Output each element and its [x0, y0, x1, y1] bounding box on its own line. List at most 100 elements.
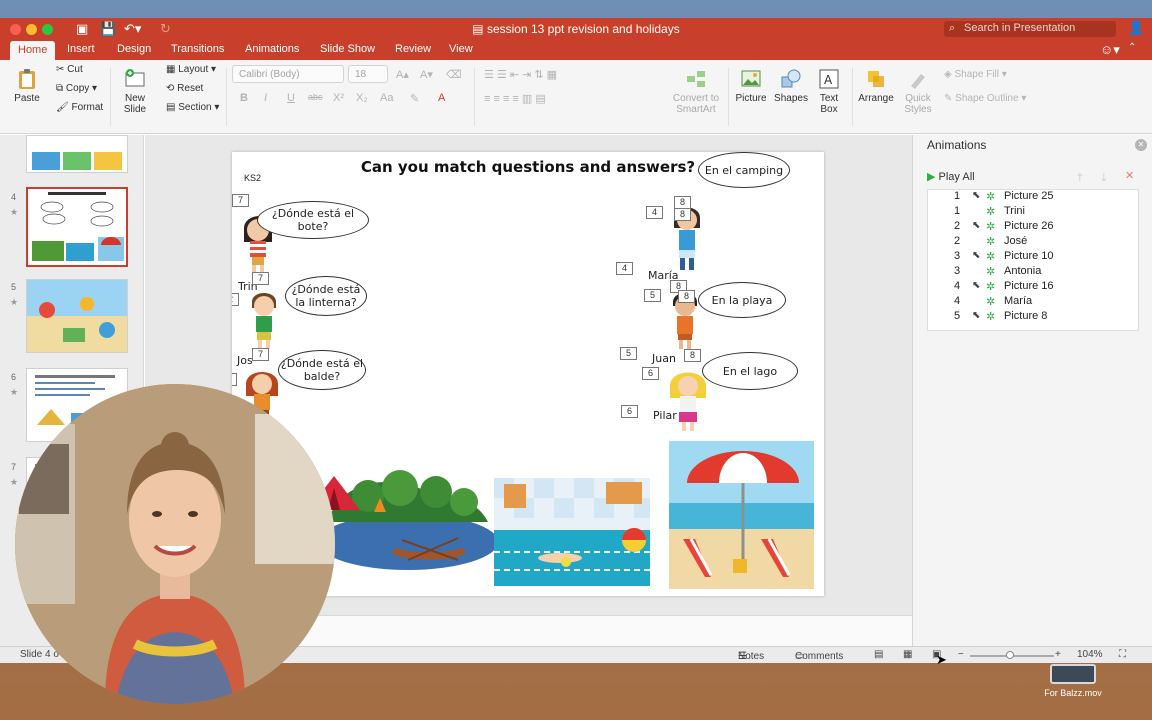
clear-format-icon[interactable]: ⌫	[446, 68, 462, 81]
list-item[interactable]: 4 ⬉ ✲ Picture 16	[928, 280, 1138, 295]
bold-icon[interactable]: B	[240, 92, 248, 104]
tab-insert[interactable]: Insert	[67, 43, 95, 55]
zoom-in-icon[interactable]: +	[1055, 649, 1061, 660]
list-item[interactable]: 3 ✲ Antonia	[928, 265, 1138, 280]
grow-font-icon[interactable]: A▴	[396, 68, 409, 81]
tab-animations[interactable]: Animations	[245, 43, 299, 55]
video-file-icon	[1050, 664, 1096, 684]
font-name-select[interactable]: Calibri (Body)	[232, 65, 344, 83]
question-bubble-2[interactable]: ¿Dónde está la linterna?	[285, 276, 367, 316]
name-label-pilar[interactable]: Pilar	[653, 409, 677, 422]
move-up-icon[interactable]: 🡑	[1077, 169, 1083, 188]
slide-sorter-icon[interactable]: ▦	[903, 649, 912, 660]
list-item[interactable]: 4 ✲ María	[928, 295, 1138, 310]
shape-outline-button[interactable]: ✎ Shape Outline ▾	[944, 93, 1026, 104]
bullets-icon[interactable]: ☰ ☰ ⇤ ⇥ ⇅ ▦	[484, 68, 557, 81]
animation-tag[interactable]: 8	[678, 290, 695, 303]
feedback-smiley-icon[interactable]: ☺▾	[1100, 42, 1120, 58]
swimming-pool-picture[interactable]	[494, 478, 650, 586]
slide-thumbnail-4[interactable]	[26, 187, 128, 267]
reset-button[interactable]: ⟲ Reset	[166, 83, 203, 94]
animation-tag[interactable]: 6	[621, 405, 638, 418]
answer-bubble-2[interactable]: En la playa	[698, 282, 786, 318]
font-color-icon[interactable]: A	[438, 92, 445, 104]
change-case-icon[interactable]: Aa	[380, 92, 393, 104]
animation-tag[interactable]: 8	[674, 208, 691, 221]
layout-button[interactable]: ▦ Layout ▾	[166, 64, 216, 75]
italic-icon[interactable]: I	[264, 92, 267, 104]
cut-button[interactable]: ✂ Cut	[56, 64, 83, 75]
quick-styles-button[interactable]: Quick Styles	[900, 68, 936, 115]
format-painter-button[interactable]: 🖌 Format	[56, 102, 103, 113]
align-icon[interactable]: ≡ ≡ ≡ ≡ ▥ ▤	[484, 92, 546, 105]
tab-slide-show[interactable]: Slide Show	[320, 43, 375, 55]
webcam-overlay	[15, 384, 335, 704]
animations-pane-title: Animations	[927, 138, 987, 152]
arrange-button[interactable]: Arrange	[858, 68, 894, 104]
animation-tag[interactable]: 7	[252, 272, 269, 285]
name-label-jose[interactable]: Jos	[237, 354, 253, 367]
animation-tag[interactable]: 5	[620, 347, 637, 360]
tab-home[interactable]: Home	[10, 41, 56, 60]
font-size-select[interactable]: 18	[348, 65, 388, 83]
shape-fill-button[interactable]: ◈ Shape Fill ▾	[944, 69, 1007, 80]
question-bubble-1[interactable]: ¿Dónde está el bote?	[257, 201, 369, 239]
fit-to-window-icon[interactable]: ⛶	[1119, 649, 1126, 660]
animation-tag[interactable]: 7	[252, 348, 269, 361]
copy-button[interactable]: ⧉ Copy ▾	[56, 83, 97, 94]
animation-tag[interactable]: 2	[232, 293, 239, 306]
tab-view[interactable]: View	[449, 43, 473, 55]
list-item[interactable]: 5 ⬉ ✲ Picture 8	[928, 310, 1138, 325]
animation-tag[interactable]: 4	[646, 206, 663, 219]
camping-lake-picture[interactable]	[308, 462, 494, 572]
play-all-button[interactable]: ▶ Play All	[927, 170, 975, 183]
animation-tag[interactable]: 6	[642, 367, 659, 380]
animation-tag[interactable]: 8	[684, 349, 701, 362]
list-item[interactable]: 2 ✲ José	[928, 235, 1138, 250]
slide-thumbnail-3[interactable]	[26, 135, 128, 173]
name-label-juan[interactable]: Juan	[652, 352, 676, 365]
slide-number: 6	[11, 372, 17, 382]
zoom-slider-knob[interactable]	[1006, 651, 1014, 659]
section-button[interactable]: ▤ Section ▾	[166, 102, 219, 113]
list-item[interactable]: 1 ⬉ ✲ Picture 25	[928, 190, 1138, 205]
share-person-icon[interactable]: 👤	[1128, 20, 1144, 36]
search-input[interactable]: ⌕ Search in Presentation	[944, 21, 1116, 37]
new-slide-button[interactable]: New Slide	[118, 68, 152, 115]
animation-tag[interactable]: 3	[232, 373, 237, 386]
answer-bubble-1[interactable]: En el camping	[698, 152, 790, 188]
remove-animation-icon[interactable]: ✕	[1125, 169, 1134, 182]
underline-icon[interactable]: U	[287, 92, 295, 104]
question-bubble-3[interactable]: ¿Dónde está el balde?	[278, 350, 366, 390]
answer-bubble-3[interactable]: En el lago	[702, 352, 798, 390]
list-item[interactable]: 1 ✲ Trini	[928, 205, 1138, 220]
convert-smartart-button[interactable]: Convert to SmartArt	[670, 68, 722, 115]
character-girl-pilar[interactable]	[668, 366, 708, 432]
paste-button[interactable]: Paste	[10, 68, 44, 104]
animation-tag[interactable]: 7	[232, 194, 249, 207]
zoom-out-icon[interactable]: −	[958, 649, 964, 660]
picture-button[interactable]: Picture	[734, 68, 768, 104]
shrink-font-icon[interactable]: A▾	[420, 68, 433, 81]
collapse-ribbon-icon[interactable]: ⌃	[1128, 42, 1136, 53]
move-down-icon[interactable]: 🡓	[1101, 169, 1107, 188]
mouse-click-icon: ⬉	[972, 190, 981, 201]
text-box-button[interactable]: A Text Box	[814, 68, 844, 115]
slide-thumbnail-5[interactable]	[26, 279, 128, 353]
shapes-button[interactable]: Shapes	[774, 68, 808, 104]
tab-transitions[interactable]: Transitions	[171, 43, 224, 55]
strikethrough-icon[interactable]: abc	[308, 92, 323, 102]
animation-tag[interactable]: 4	[616, 262, 633, 275]
beach-umbrella-picture[interactable]	[669, 441, 814, 589]
normal-view-icon[interactable]: ▤	[874, 649, 883, 660]
highlight-icon[interactable]: ✎	[410, 92, 419, 105]
tab-review[interactable]: Review	[395, 43, 431, 55]
animation-tag[interactable]: 5	[644, 289, 661, 302]
superscript-icon[interactable]: X²	[333, 92, 344, 104]
subscript-icon[interactable]: X₂	[356, 92, 368, 104]
close-pane-icon[interactable]: ✕	[1135, 139, 1147, 151]
list-item[interactable]: 3 ⬉ ✲ Picture 10	[928, 250, 1138, 265]
character-boy-brown-hair[interactable]	[246, 286, 282, 350]
tab-design[interactable]: Design	[117, 43, 151, 55]
list-item[interactable]: 2 ⬉ ✲ Picture 26	[928, 220, 1138, 235]
